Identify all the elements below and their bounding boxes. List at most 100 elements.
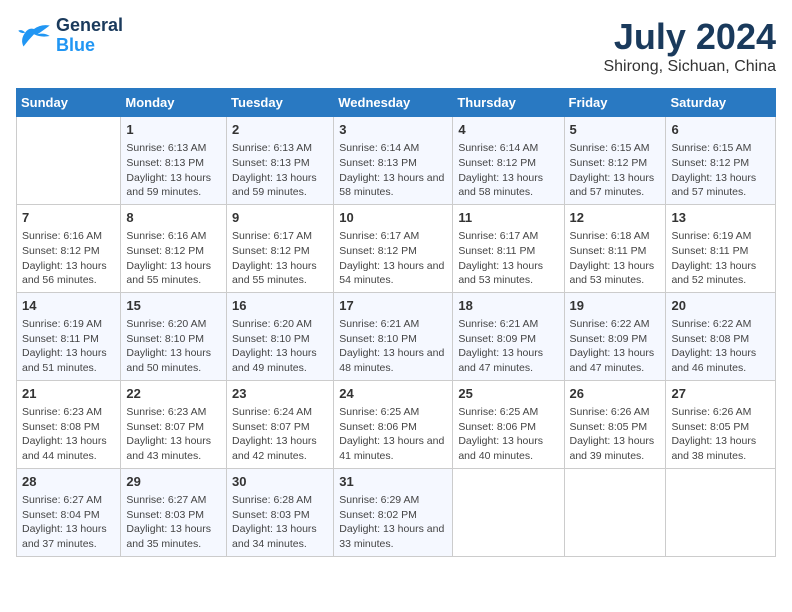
cell-info: Sunrise: 6:25 AMSunset: 8:06 PMDaylight:…	[458, 405, 558, 464]
day-header-tuesday: Tuesday	[227, 89, 334, 117]
calendar-cell: 1 Sunrise: 6:13 AMSunset: 8:13 PMDaylight…	[121, 117, 227, 205]
cell-info: Sunrise: 6:19 AMSunset: 8:11 PMDaylight:…	[671, 229, 770, 288]
cell-info: Sunrise: 6:19 AMSunset: 8:11 PMDaylight:…	[22, 317, 115, 376]
cell-info: Sunrise: 6:21 AMSunset: 8:10 PMDaylight:…	[339, 317, 447, 376]
day-header-friday: Friday	[564, 89, 666, 117]
cell-info: Sunrise: 6:15 AMSunset: 8:12 PMDaylight:…	[570, 141, 661, 200]
calendar-cell: 21 Sunrise: 6:23 AMSunset: 8:08 PMDayligh…	[17, 380, 121, 468]
calendar-cell: 12Sunrise: 6:18 AMSunset: 8:11 PMDayligh…	[564, 204, 666, 292]
week-row-2: 7 Sunrise: 6:16 AMSunset: 8:12 PMDaylight…	[17, 204, 776, 292]
date-number: 5	[570, 121, 661, 139]
calendar-cell: 11 Sunrise: 6:17 AMSunset: 8:11 PMDayligh…	[453, 204, 564, 292]
cell-info: Sunrise: 6:23 AMSunset: 8:07 PMDaylight:…	[126, 405, 221, 464]
calendar-cell: 27 Sunrise: 6:26 AMSunset: 8:05 PMDayligh…	[666, 380, 776, 468]
cell-info: Sunrise: 6:26 AMSunset: 8:05 PMDaylight:…	[570, 405, 661, 464]
date-number: 10	[339, 209, 447, 227]
date-number: 21	[22, 385, 115, 403]
cell-info: Sunrise: 6:27 AMSunset: 8:03 PMDaylight:…	[126, 493, 221, 552]
day-header-saturday: Saturday	[666, 89, 776, 117]
cell-info: Sunrise: 6:17 AMSunset: 8:11 PMDaylight:…	[458, 229, 558, 288]
cell-info: Sunrise: 6:23 AMSunset: 8:08 PMDaylight:…	[22, 405, 115, 464]
date-number: 27	[671, 385, 770, 403]
date-number: 22	[126, 385, 221, 403]
date-number: 4	[458, 121, 558, 139]
logo: GeneralBlue	[16, 16, 123, 56]
week-row-3: 14 Sunrise: 6:19 AMSunset: 8:11 PMDayligh…	[17, 292, 776, 380]
calendar-cell: 6Sunrise: 6:15 AMSunset: 8:12 PMDaylight…	[666, 117, 776, 205]
date-number: 2	[232, 121, 328, 139]
calendar-cell: 14 Sunrise: 6:19 AMSunset: 8:11 PMDayligh…	[17, 292, 121, 380]
day-header-sunday: Sunday	[17, 89, 121, 117]
date-number: 9	[232, 209, 328, 227]
date-number: 17	[339, 297, 447, 315]
calendar-cell: 15 Sunrise: 6:20 AMSunset: 8:10 PMDayligh…	[121, 292, 227, 380]
date-number: 14	[22, 297, 115, 315]
date-number: 23	[232, 385, 328, 403]
calendar-cell	[453, 468, 564, 556]
cell-info: Sunrise: 6:21 AMSunset: 8:09 PMDaylight:…	[458, 317, 558, 376]
cell-info: Sunrise: 6:27 AMSunset: 8:04 PMDaylight:…	[22, 493, 115, 552]
week-row-1: 1 Sunrise: 6:13 AMSunset: 8:13 PMDaylight…	[17, 117, 776, 205]
date-number: 15	[126, 297, 221, 315]
calendar-cell: 20Sunrise: 6:22 AMSunset: 8:08 PMDayligh…	[666, 292, 776, 380]
date-number: 8	[126, 209, 221, 227]
date-number: 30	[232, 473, 328, 491]
header-row: SundayMondayTuesdayWednesdayThursdayFrid…	[17, 89, 776, 117]
calendar-cell: 9 Sunrise: 6:17 AMSunset: 8:12 PMDaylight…	[227, 204, 334, 292]
calendar-cell: 8 Sunrise: 6:16 AMSunset: 8:12 PMDaylight…	[121, 204, 227, 292]
cell-info: Sunrise: 6:16 AMSunset: 8:12 PMDaylight:…	[126, 229, 221, 288]
date-number: 28	[22, 473, 115, 491]
day-header-wednesday: Wednesday	[334, 89, 453, 117]
cell-info: Sunrise: 6:25 AMSunset: 8:06 PMDaylight:…	[339, 405, 447, 464]
page-header: GeneralBlue July 2024 Shirong, Sichuan, …	[16, 16, 776, 76]
date-number: 19	[570, 297, 661, 315]
cell-info: Sunrise: 6:24 AMSunset: 8:07 PMDaylight:…	[232, 405, 328, 464]
calendar-cell: 7Sunrise: 6:16 AMSunset: 8:12 PMDaylight…	[17, 204, 121, 292]
calendar-cell: 16 Sunrise: 6:20 AMSunset: 8:10 PMDayligh…	[227, 292, 334, 380]
calendar-cell: 13 Sunrise: 6:19 AMSunset: 8:11 PMDayligh…	[666, 204, 776, 292]
week-row-4: 21 Sunrise: 6:23 AMSunset: 8:08 PMDayligh…	[17, 380, 776, 468]
date-number: 1	[126, 121, 221, 139]
date-number: 24	[339, 385, 447, 403]
day-header-monday: Monday	[121, 89, 227, 117]
calendar-cell: 22 Sunrise: 6:23 AMSunset: 8:07 PMDayligh…	[121, 380, 227, 468]
date-number: 6	[671, 121, 770, 139]
calendar-cell: 25Sunrise: 6:25 AMSunset: 8:06 PMDayligh…	[453, 380, 564, 468]
cell-info: Sunrise: 6:18 AMSunset: 8:11 PMDaylight:…	[570, 229, 661, 288]
subtitle: Shirong, Sichuan, China	[603, 58, 776, 76]
calendar-cell	[564, 468, 666, 556]
cell-info: Sunrise: 6:14 AMSunset: 8:13 PMDaylight:…	[339, 141, 447, 200]
date-number: 7	[22, 209, 115, 227]
logo-text: GeneralBlue	[56, 16, 123, 56]
cell-info: Sunrise: 6:14 AMSunset: 8:12 PMDaylight:…	[458, 141, 558, 200]
calendar-cell: 26 Sunrise: 6:26 AMSunset: 8:05 PMDayligh…	[564, 380, 666, 468]
logo-icon	[16, 22, 52, 50]
date-number: 16	[232, 297, 328, 315]
cell-info: Sunrise: 6:17 AMSunset: 8:12 PMDaylight:…	[232, 229, 328, 288]
calendar-cell: 29 Sunrise: 6:27 AMSunset: 8:03 PMDayligh…	[121, 468, 227, 556]
date-number: 29	[126, 473, 221, 491]
cell-info: Sunrise: 6:20 AMSunset: 8:10 PMDaylight:…	[232, 317, 328, 376]
cell-info: Sunrise: 6:22 AMSunset: 8:09 PMDaylight:…	[570, 317, 661, 376]
calendar-table: SundayMondayTuesdayWednesdayThursdayFrid…	[16, 88, 776, 557]
date-number: 11	[458, 209, 558, 227]
date-number: 26	[570, 385, 661, 403]
calendar-cell: 4 Sunrise: 6:14 AMSunset: 8:12 PMDaylight…	[453, 117, 564, 205]
date-number: 13	[671, 209, 770, 227]
cell-info: Sunrise: 6:17 AMSunset: 8:12 PMDaylight:…	[339, 229, 447, 288]
cell-info: Sunrise: 6:29 AMSunset: 8:02 PMDaylight:…	[339, 493, 447, 552]
calendar-cell: 5 Sunrise: 6:15 AMSunset: 8:12 PMDaylight…	[564, 117, 666, 205]
calendar-cell	[666, 468, 776, 556]
calendar-cell: 19 Sunrise: 6:22 AMSunset: 8:09 PMDayligh…	[564, 292, 666, 380]
title-block: July 2024 Shirong, Sichuan, China	[603, 16, 776, 76]
cell-info: Sunrise: 6:13 AMSunset: 8:13 PMDaylight:…	[232, 141, 328, 200]
cell-info: Sunrise: 6:20 AMSunset: 8:10 PMDaylight:…	[126, 317, 221, 376]
cell-info: Sunrise: 6:26 AMSunset: 8:05 PMDaylight:…	[671, 405, 770, 464]
cell-info: Sunrise: 6:28 AMSunset: 8:03 PMDaylight:…	[232, 493, 328, 552]
day-header-thursday: Thursday	[453, 89, 564, 117]
cell-info: Sunrise: 6:13 AMSunset: 8:13 PMDaylight:…	[126, 141, 221, 200]
main-title: July 2024	[603, 16, 776, 58]
date-number: 31	[339, 473, 447, 491]
calendar-cell: 18Sunrise: 6:21 AMSunset: 8:09 PMDayligh…	[453, 292, 564, 380]
week-row-5: 28 Sunrise: 6:27 AMSunset: 8:04 PMDayligh…	[17, 468, 776, 556]
